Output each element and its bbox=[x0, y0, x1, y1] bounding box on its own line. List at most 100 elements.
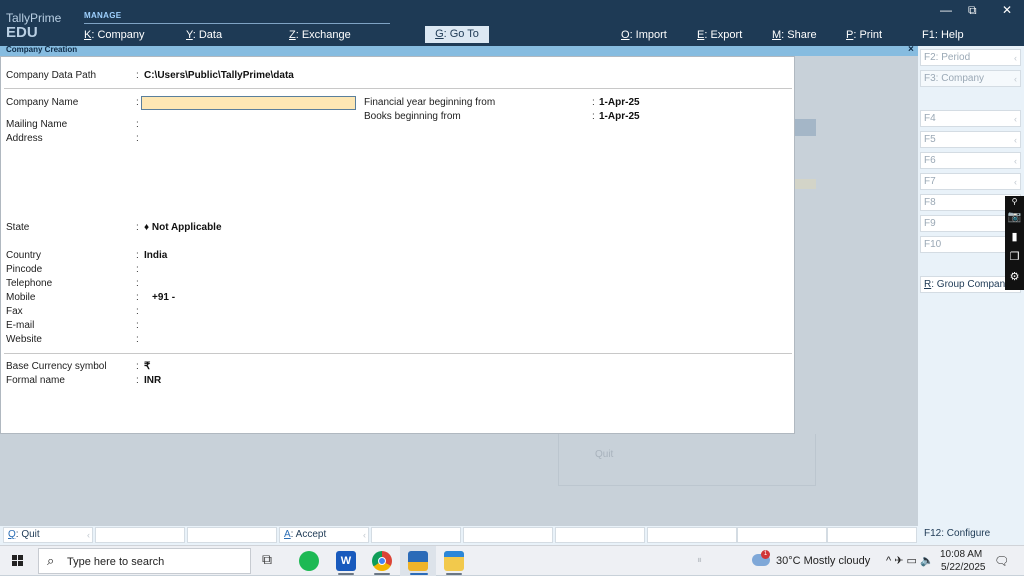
f5-button[interactable]: F5 ‹ bbox=[920, 131, 1021, 148]
windows-start-icon[interactable] bbox=[12, 555, 24, 567]
company-creation-form: Company Data Path : C:\Users\Public\Tall… bbox=[0, 56, 795, 434]
country-label: Country bbox=[6, 250, 42, 261]
search-placeholder: Type here to search bbox=[67, 556, 165, 568]
country-value[interactable]: India bbox=[144, 250, 167, 261]
task-view-icon[interactable]: ⧉ bbox=[262, 551, 282, 571]
menu-exchange[interactable]: Z: Exchange bbox=[289, 29, 351, 41]
company-button[interactable]: F3: Company ‹ bbox=[920, 70, 1021, 87]
data-path-value: C:\Users\Public\TallyPrime\data bbox=[144, 70, 294, 81]
menu-import[interactable]: O: Import bbox=[621, 29, 667, 41]
faint-tray-icon: ⏸ bbox=[697, 555, 702, 566]
weather-text[interactable]: 30°C Mostly cloudy bbox=[776, 555, 870, 567]
empty-bottom-button bbox=[95, 527, 185, 543]
mobile-value[interactable]: +91 - bbox=[152, 292, 175, 303]
clock-date[interactable]: 5/22/2025 bbox=[941, 562, 986, 573]
video-icon[interactable]: ▮ bbox=[1007, 230, 1022, 243]
pin-icon[interactable]: ⚲ bbox=[1007, 197, 1022, 206]
empty-bottom-button bbox=[371, 527, 461, 543]
spotify-icon[interactable] bbox=[299, 551, 319, 571]
empty-bottom-button bbox=[463, 527, 553, 543]
colon: : bbox=[136, 264, 139, 275]
system-tray-icons[interactable]: ^ ✈ ▭ 🔈 bbox=[886, 554, 934, 567]
restore-icon[interactable]: ⧉ bbox=[968, 3, 977, 18]
colon: : bbox=[592, 111, 595, 122]
manage-section-label: MANAGE bbox=[84, 11, 122, 20]
colon: : bbox=[136, 334, 139, 345]
website-label: Website bbox=[6, 334, 42, 345]
colon: : bbox=[136, 133, 139, 144]
minimize-icon[interactable]: — bbox=[940, 3, 952, 17]
word-icon[interactable]: W bbox=[336, 551, 356, 571]
mobile-label: Mobile bbox=[6, 292, 36, 303]
colon: : bbox=[136, 292, 139, 303]
windows-taskbar: ⌕ Type here to search ⧉ W ⏸ 1 30°C Mostl… bbox=[0, 545, 1024, 576]
company-name-label: Company Name bbox=[6, 97, 79, 108]
formal-name-value[interactable]: INR bbox=[144, 375, 161, 386]
manage-divider bbox=[84, 23, 390, 24]
financial-year-value[interactable]: 1-Apr-25 bbox=[599, 97, 640, 108]
settings-gear-icon[interactable]: ⚙ bbox=[1007, 270, 1022, 283]
close-window-icon[interactable]: ✕ bbox=[1002, 3, 1012, 17]
state-value[interactable]: ♦ Not Applicable bbox=[144, 222, 222, 233]
menu-share[interactable]: M: Share bbox=[772, 29, 817, 41]
books-beginning-value[interactable]: 1-Apr-25 bbox=[599, 111, 640, 122]
divider bbox=[4, 88, 792, 89]
file-explorer-icon[interactable] bbox=[444, 551, 464, 571]
brand-edition: EDU bbox=[6, 24, 38, 41]
tallyprime-icon[interactable] bbox=[408, 551, 428, 571]
panel-title: Company Creation bbox=[6, 45, 78, 54]
bottom-button-bar: Q: Quit ‹ A: Accept ‹ F12: Configure bbox=[0, 526, 1024, 545]
configure-button[interactable]: F12: Configure bbox=[920, 527, 1021, 543]
chrome-icon[interactable] bbox=[372, 551, 392, 571]
colon: : bbox=[136, 97, 139, 108]
base-currency-value[interactable]: ₹ bbox=[144, 361, 150, 372]
colon: : bbox=[136, 70, 139, 81]
telephone-label: Telephone bbox=[6, 278, 53, 289]
menu-export[interactable]: E: Export bbox=[697, 29, 742, 41]
colon: : bbox=[136, 278, 139, 289]
accept-button[interactable]: A: Accept ‹ bbox=[279, 527, 369, 543]
company-name-input[interactable] bbox=[141, 96, 356, 110]
menu-data[interactable]: Y: Data bbox=[186, 29, 222, 41]
f7-button[interactable]: F7 ‹ bbox=[920, 173, 1021, 190]
empty-bottom-button bbox=[827, 527, 917, 543]
fax-label: Fax bbox=[6, 306, 23, 317]
base-currency-label: Base Currency symbol bbox=[6, 361, 107, 372]
mailing-name-label: Mailing Name bbox=[6, 119, 68, 130]
screen-capture-toolbar: ⚲ 📷 ▮ ❐ ⚙ bbox=[1005, 196, 1024, 290]
state-label: State bbox=[6, 222, 30, 233]
clock-time[interactable]: 10:08 AM bbox=[940, 549, 982, 560]
background-ghost-bar bbox=[795, 179, 816, 189]
formal-name-label: Formal name bbox=[6, 375, 65, 386]
quit-button[interactable]: Q: Quit ‹ bbox=[3, 527, 93, 543]
camera-icon[interactable]: 📷 bbox=[1007, 210, 1022, 223]
colon: : bbox=[136, 320, 139, 331]
period-button[interactable]: F2: Period ‹ bbox=[920, 49, 1021, 66]
colon: : bbox=[136, 361, 139, 372]
colon: : bbox=[592, 97, 595, 108]
colon: : bbox=[136, 119, 139, 130]
f6-button[interactable]: F6 ‹ bbox=[920, 152, 1021, 169]
colon: : bbox=[136, 306, 139, 317]
taskbar-search-box[interactable]: ⌕ Type here to search bbox=[38, 548, 251, 574]
menu-print[interactable]: P: Print bbox=[846, 29, 882, 41]
notifications-icon[interactable]: 🗨 bbox=[994, 554, 1009, 568]
f4-button[interactable]: F4 ‹ bbox=[920, 110, 1021, 127]
top-menu-bar: TallyPrime EDU MANAGE K: Company Y: Data… bbox=[0, 0, 1024, 46]
menu-help[interactable]: F1: Help bbox=[922, 29, 964, 41]
empty-bottom-button bbox=[187, 527, 277, 543]
right-button-panel: F2: Period ‹ F3: Company ‹ F4 ‹ F5 ‹ F6 ‹ F7 ‹… bbox=[918, 46, 1024, 546]
background-quit-label: Quit bbox=[595, 449, 614, 460]
pincode-label: Pincode bbox=[6, 264, 43, 275]
colon: : bbox=[136, 250, 139, 261]
menu-company[interactable]: K: Company bbox=[84, 29, 145, 41]
panel-close-icon[interactable]: × bbox=[908, 44, 914, 55]
empty-bottom-button bbox=[555, 527, 645, 543]
empty-bottom-button bbox=[647, 527, 737, 543]
copy-icon[interactable]: ❐ bbox=[1007, 250, 1022, 263]
colon: : bbox=[136, 222, 139, 233]
divider bbox=[4, 353, 792, 354]
background-ghost-bar bbox=[795, 119, 816, 136]
menu-goto[interactable]: G: Go To bbox=[425, 26, 489, 43]
books-beginning-label: Books beginning from bbox=[364, 111, 461, 122]
